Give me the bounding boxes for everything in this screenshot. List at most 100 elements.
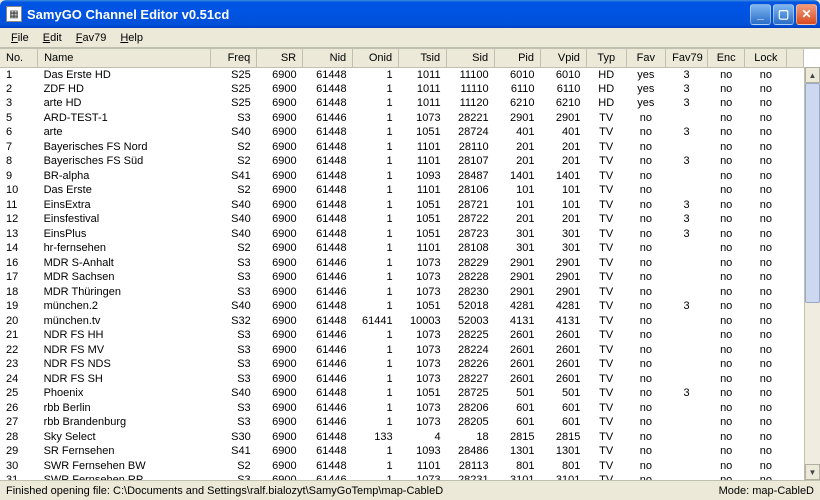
col-header[interactable]: Sid xyxy=(447,49,495,67)
table-row[interactable]: 21NDR FS HHS3690061446110732822526012601… xyxy=(0,328,804,343)
col-header[interactable]: Tsid xyxy=(399,49,447,67)
close-button[interactable]: ✕ xyxy=(796,4,817,25)
cell-sid: 28230 xyxy=(447,285,495,300)
table-row[interactable]: 6arteS406900614481105128724401401TVno3no… xyxy=(0,125,804,140)
cell-freq: S2 xyxy=(211,140,257,155)
cell-name: hr-fernsehen xyxy=(38,241,211,256)
minimize-button[interactable]: _ xyxy=(750,4,771,25)
table-row[interactable]: 14hr-fernsehenS2690061448111012810830130… xyxy=(0,241,804,256)
cell-pid: 1401 xyxy=(495,169,541,184)
col-header[interactable]: Lock xyxy=(745,49,787,67)
table-row[interactable]: 2ZDF HDS25690061448110111111061106110HDy… xyxy=(0,82,804,97)
table-row[interactable]: 20münchen.tvS326900614486144110003520034… xyxy=(0,314,804,329)
table-row[interactable]: 1Das Erste HDS25690061448110111110060106… xyxy=(0,67,804,82)
cell-sr: 6900 xyxy=(257,270,303,285)
cell-sr: 6900 xyxy=(257,169,303,184)
table-row[interactable]: 28Sky SelectS3069006144813341828152815TV… xyxy=(0,430,804,445)
table-row[interactable]: 22NDR FS MVS3690061446110732822426012601… xyxy=(0,343,804,358)
cell-name: Sky Select xyxy=(38,430,211,445)
cell-enc: no xyxy=(707,401,745,416)
col-header[interactable]: Fav79 xyxy=(666,49,708,67)
table-row[interactable]: 12EinsfestivalS4069006144811051287222012… xyxy=(0,212,804,227)
scroll-down-arrow[interactable]: ▼ xyxy=(805,464,820,480)
table-row[interactable]: 30SWR Fernsehen BWS269006144811101281138… xyxy=(0,459,804,474)
menu-file[interactable]: File xyxy=(4,30,36,46)
cell-tsid: 1073 xyxy=(399,111,447,126)
cell-tsid: 1011 xyxy=(399,67,447,82)
cell-no: 13 xyxy=(0,227,38,242)
statusbar: Finished opening file: C:\Documents and … xyxy=(0,480,820,500)
cell-name: MDR Sachsen xyxy=(38,270,211,285)
col-header[interactable]: Nid xyxy=(303,49,353,67)
app-icon: ▦ xyxy=(6,6,22,22)
table-row[interactable]: 18MDR ThüringenS369006144611073282302901… xyxy=(0,285,804,300)
cell-name: ZDF HD xyxy=(38,82,211,97)
col-header[interactable]: Pid xyxy=(495,49,541,67)
table-row[interactable]: 29SR FernsehenS4169006144811093284861301… xyxy=(0,444,804,459)
table-row[interactable]: 23NDR FS NDSS369006144611073282262601260… xyxy=(0,357,804,372)
table-row[interactable]: 31SWR Fernsehen RPS369006144611073282313… xyxy=(0,473,804,480)
table-row[interactable]: 24NDR FS SHS3690061446110732822726012601… xyxy=(0,372,804,387)
cell-sr: 6900 xyxy=(257,125,303,140)
cell-sr: 6900 xyxy=(257,430,303,445)
table-row[interactable]: 27rbb BrandenburgS3690061446110732820560… xyxy=(0,415,804,430)
table-row[interactable]: 17MDR SachsenS36900614461107328228290129… xyxy=(0,270,804,285)
cell-sid: 18 xyxy=(447,430,495,445)
table-row[interactable]: 8Bayerisches FS SüdS26900614481110128107… xyxy=(0,154,804,169)
cell-freq: S40 xyxy=(211,227,257,242)
col-header[interactable]: Vpid xyxy=(540,49,586,67)
table-row[interactable]: 5ARD-TEST-1S3690061446110732822129012901… xyxy=(0,111,804,126)
col-header[interactable]: Enc xyxy=(707,49,745,67)
table-row[interactable]: 19münchen.2S4069006144811051520184281428… xyxy=(0,299,804,314)
cell-typ: TV xyxy=(586,430,626,445)
cell-sid: 28487 xyxy=(447,169,495,184)
table-row[interactable]: 16MDR S-AnhaltS3690061446110732822929012… xyxy=(0,256,804,271)
maximize-button[interactable]: ▢ xyxy=(773,4,794,25)
cell-nid: 61446 xyxy=(303,357,353,372)
cell-sr: 6900 xyxy=(257,343,303,358)
menu-edit[interactable]: Edit xyxy=(36,30,69,46)
cell-no: 12 xyxy=(0,212,38,227)
table-row[interactable]: 3arte HDS25690061448110111112062106210HD… xyxy=(0,96,804,111)
cell-typ: TV xyxy=(586,212,626,227)
menu-fav79[interactable]: Fav79 xyxy=(69,30,114,46)
table-row[interactable]: 25PhoenixS406900614481105128725501501TVn… xyxy=(0,386,804,401)
scroll-thumb[interactable] xyxy=(805,83,820,303)
cell-freq: S3 xyxy=(211,357,257,372)
col-header[interactable]: SR xyxy=(257,49,303,67)
window-controls: _ ▢ ✕ xyxy=(750,4,817,25)
col-header[interactable]: Typ xyxy=(586,49,626,67)
cell-no: 31 xyxy=(0,473,38,480)
cell-fav79: 3 xyxy=(666,386,708,401)
col-header[interactable] xyxy=(787,49,804,67)
cell-typ: TV xyxy=(586,343,626,358)
cell-fav: no xyxy=(626,401,666,416)
cell-freq: S3 xyxy=(211,473,257,480)
table-row[interactable]: 10Das ErsteS26900614481110128106101101TV… xyxy=(0,183,804,198)
table-row[interactable]: 26rbb BerlinS36900614461107328206601601T… xyxy=(0,401,804,416)
table-row[interactable]: 11EinsExtraS406900614481105128721101101T… xyxy=(0,198,804,213)
cell-fav79 xyxy=(666,314,708,329)
cell-typ: TV xyxy=(586,285,626,300)
channel-table[interactable]: No.NameFreqSRNidOnidTsidSidPidVpidTypFav… xyxy=(0,49,804,480)
col-header[interactable]: Fav xyxy=(626,49,666,67)
cell-freq: S3 xyxy=(211,372,257,387)
cell-lock: no xyxy=(745,154,787,169)
col-header[interactable]: No. xyxy=(0,49,38,67)
cell-name: arte HD xyxy=(38,96,211,111)
table-row[interactable]: 13EinsPlusS406900614481105128723301301TV… xyxy=(0,227,804,242)
cell-fav79: 3 xyxy=(666,154,708,169)
scroll-up-arrow[interactable]: ▲ xyxy=(805,67,820,83)
menu-help[interactable]: Help xyxy=(113,30,150,46)
cell-pid: 2901 xyxy=(495,285,541,300)
col-header[interactable]: Onid xyxy=(353,49,399,67)
cell-name: Einsfestival xyxy=(38,212,211,227)
table-row[interactable]: 7Bayerisches FS NordS2690061448111012811… xyxy=(0,140,804,155)
vertical-scrollbar[interactable]: ▲ ▼ xyxy=(804,67,820,480)
cell-onid: 133 xyxy=(353,430,399,445)
cell-lock: no xyxy=(745,299,787,314)
col-header[interactable]: Name xyxy=(38,49,211,67)
cell-enc: no xyxy=(707,67,745,82)
col-header[interactable]: Freq xyxy=(211,49,257,67)
table-row[interactable]: 9BR-alphaS41690061448110932848714011401T… xyxy=(0,169,804,184)
